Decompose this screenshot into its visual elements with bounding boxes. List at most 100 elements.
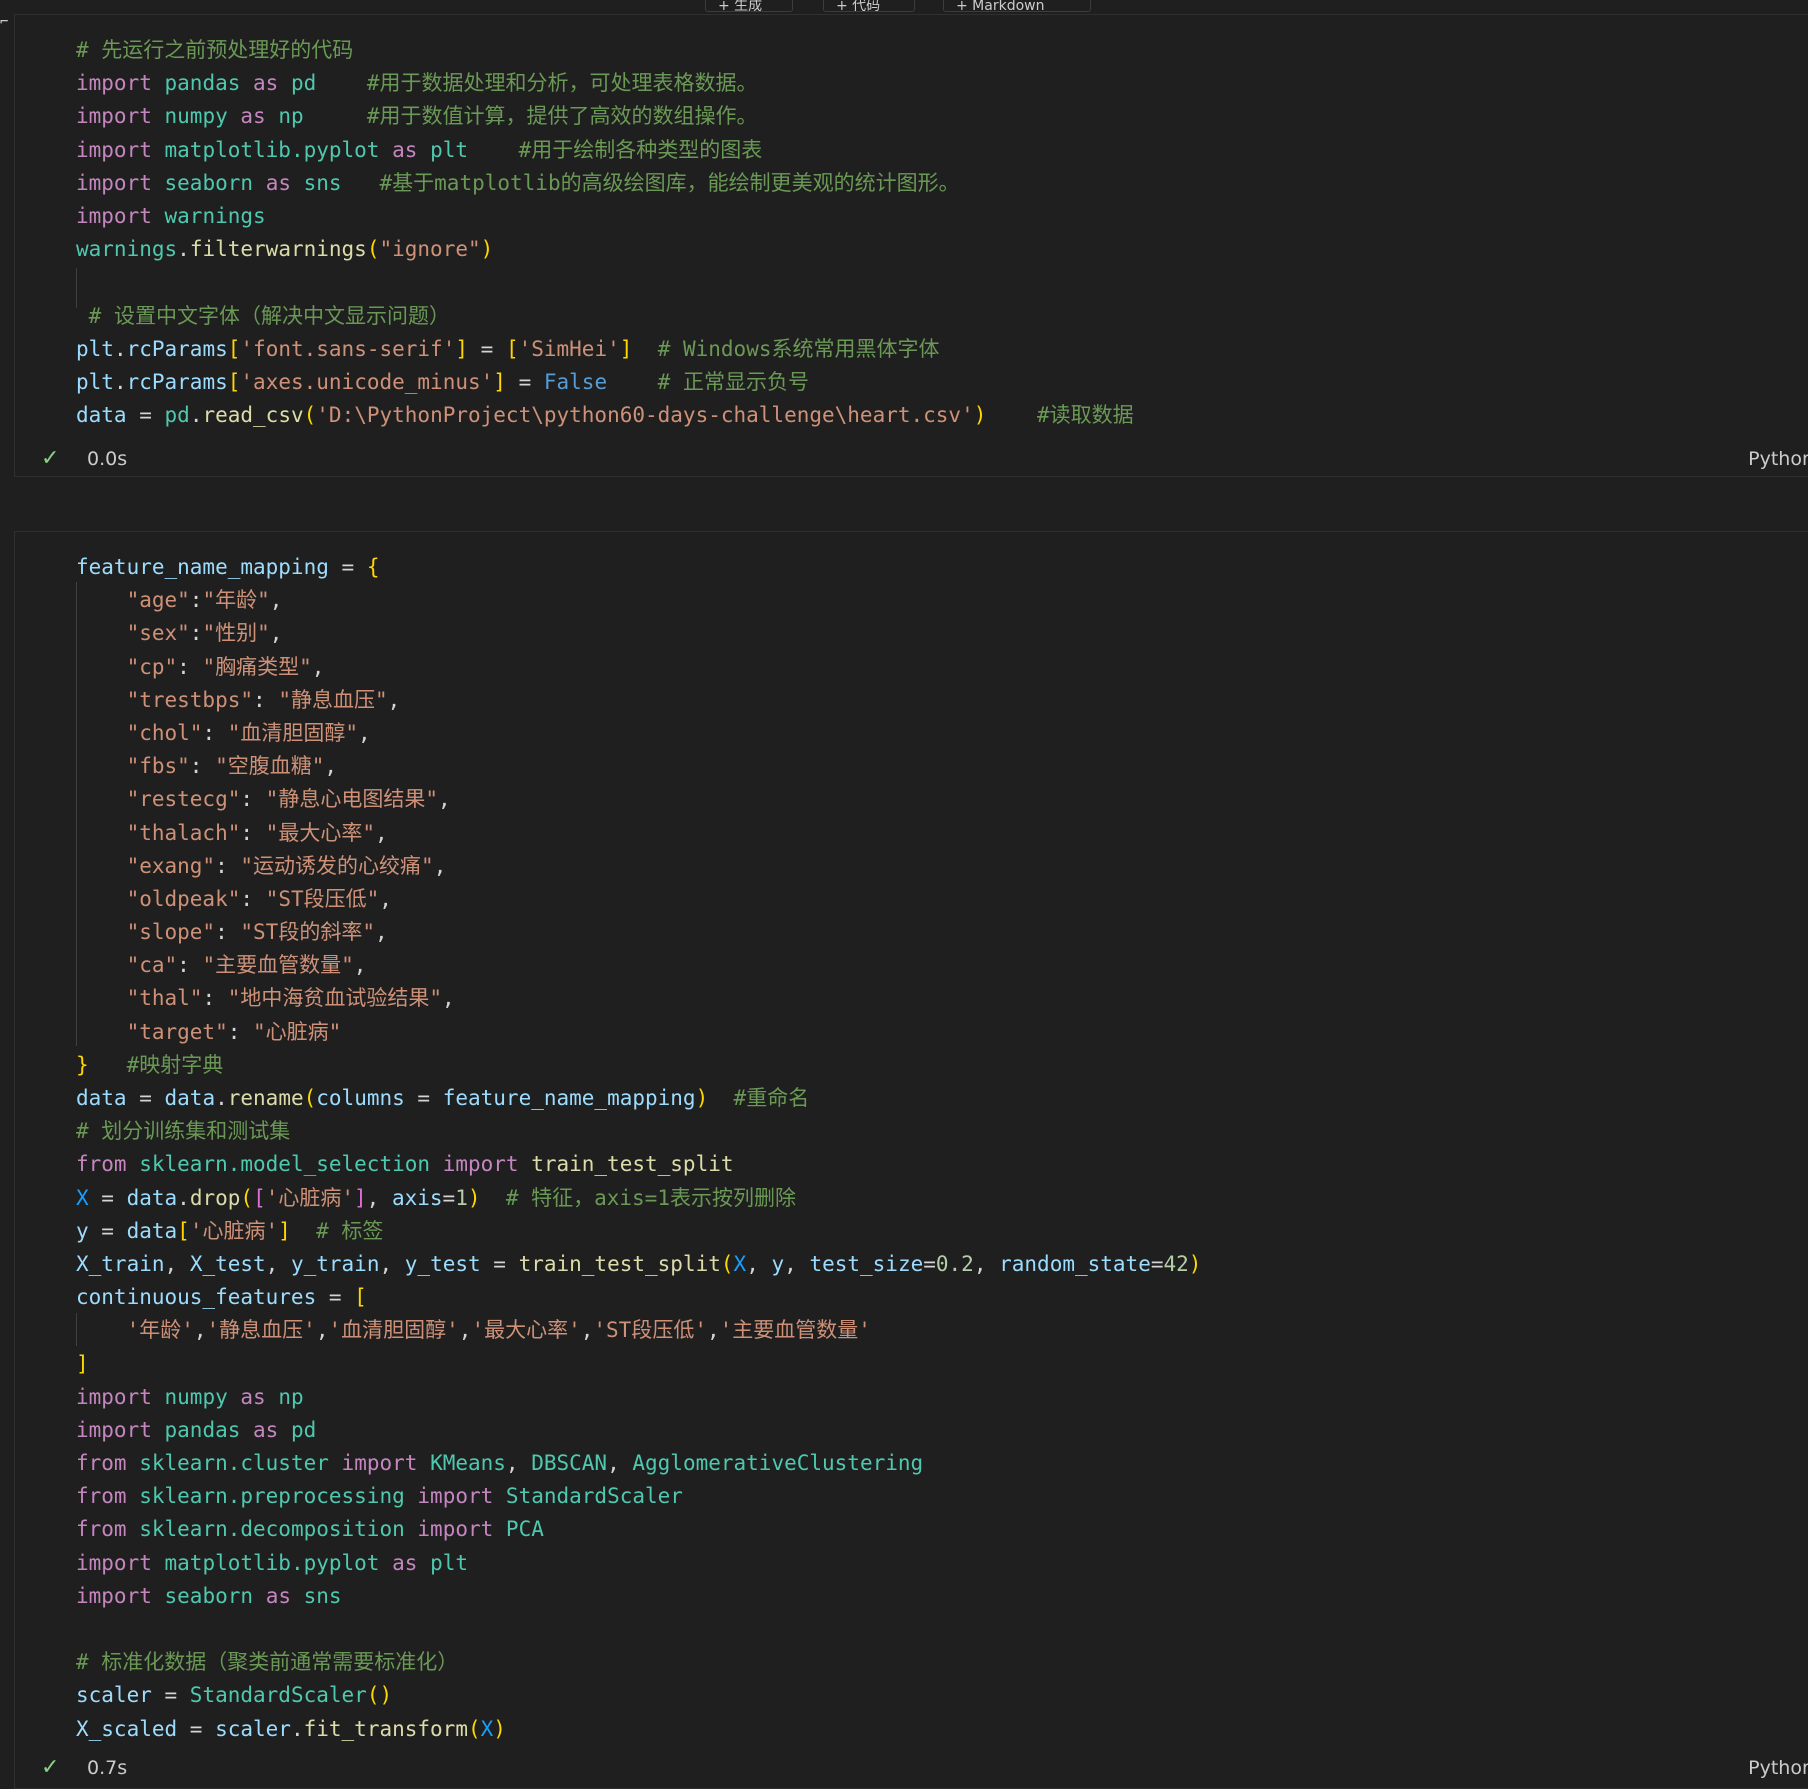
code-token: # 划分训练集和测试集 [76, 1119, 291, 1144]
code-line[interactable]: from sklearn.model_selection import trai… [76, 1148, 1201, 1181]
code-line[interactable]: "target": "心脏病" [76, 1016, 1201, 1049]
code-line[interactable] [76, 266, 1134, 299]
code-token: , [358, 720, 371, 745]
code-line[interactable]: # 设置中文字体（解决中文显示问题） [76, 300, 1134, 333]
cell-collapse-icon[interactable]: ⌐ [0, 14, 8, 30]
code-line[interactable]: from sklearn.decomposition import PCA [76, 1513, 1201, 1546]
code-token: = [442, 1185, 456, 1210]
code-line[interactable]: import warnings [76, 200, 1134, 233]
code-line[interactable]: import numpy as np #用于数值计算，提供了高效的数组操作。 [76, 100, 1134, 133]
code-line[interactable]: import seaborn as sns [76, 1580, 1201, 1613]
code-token: : [240, 820, 266, 845]
code-line[interactable]: from sklearn.preprocessing import Standa… [76, 1480, 1201, 1513]
code-line[interactable]: "thal": "地中海贫血试验结果", [76, 982, 1201, 1015]
execution-time: 0.0s [87, 448, 128, 470]
code-line[interactable]: from sklearn.cluster import KMeans, DBSC… [76, 1447, 1201, 1480]
code-token: "ST段压低" [265, 886, 380, 911]
code-line[interactable]: # 标准化数据（聚类前通常需要标准化） [76, 1646, 1201, 1679]
code-line[interactable]: "slope": "ST段的斜率", [76, 916, 1201, 949]
code-token: sns [303, 170, 342, 195]
code-line[interactable]: warnings.filterwarnings("ignore") [76, 233, 1134, 266]
code-token: = [1150, 1251, 1164, 1276]
code-token: ] [493, 369, 506, 394]
code-line[interactable]: scaler = StandardScaler() [76, 1679, 1201, 1712]
code-cell-2[interactable]: feature_name_mapping = { "age":"年龄", "se… [14, 531, 1808, 1789]
code-line[interactable]: "oldpeak": "ST段压低", [76, 883, 1201, 916]
code-line[interactable]: } #映射字典 [76, 1049, 1201, 1082]
code-line[interactable]: # 先运行之前预处理好的代码 [76, 34, 1134, 67]
code-token: filterwarnings [189, 237, 367, 262]
code-line[interactable]: import pandas as pd [76, 1414, 1201, 1447]
code-line[interactable]: "thalach": "最大心率", [76, 817, 1201, 850]
code-line[interactable]: '年龄','静息血压','血清胆固醇','最大心率','ST段压低','主要血管… [76, 1314, 1201, 1347]
code-line[interactable]: "cp": "胸痛类型", [76, 651, 1201, 684]
code-line[interactable]: X_train, X_test, y_train, y_test = train… [76, 1248, 1201, 1281]
code-line[interactable]: feature_name_mapping = { [76, 551, 1201, 584]
code-line[interactable]: "fbs": "空腹血糖", [76, 750, 1201, 783]
code-token: as [265, 170, 291, 195]
code-line[interactable]: ] [76, 1348, 1201, 1381]
code-line[interactable]: "age":"年龄", [76, 584, 1201, 617]
code-token: False [543, 369, 608, 394]
code-token: : [189, 621, 203, 646]
code-token: '年龄' [126, 1318, 194, 1343]
code-line[interactable]: import pandas as pd #用于数据处理和分析，可处理表格数据。 [76, 67, 1134, 100]
add-code-button[interactable]: + 代码 [823, 0, 915, 12]
code-line[interactable]: "chol": "血清胆固醇", [76, 717, 1201, 750]
code-editor[interactable]: # 先运行之前预处理好的代码 import pandas as pd #用于数据处… [76, 34, 1134, 432]
code-line[interactable]: "exang": "运动诱发的心绞痛", [76, 850, 1201, 883]
code-line[interactable]: import numpy as np [76, 1381, 1201, 1414]
code-line[interactable]: data = data.rename(columns = feature_nam… [76, 1082, 1201, 1115]
add-markdown-button[interactable]: + Markdown [943, 0, 1091, 12]
code-token: '静息血压' [206, 1318, 316, 1343]
code-line[interactable]: import seaborn as sns #基于matplotlib的高级绘图… [76, 167, 1134, 200]
code-token: "静息血压" [278, 687, 388, 712]
code-token: ) [467, 1185, 481, 1210]
code-cell-1[interactable]: # 先运行之前预处理好的代码 import pandas as pd #用于数据处… [14, 14, 1808, 477]
code-line[interactable]: continuous_features = [ [76, 1281, 1201, 1314]
language-indicator[interactable]: Python [1748, 448, 1808, 470]
code-line[interactable]: "ca": "主要血管数量", [76, 949, 1201, 982]
code-token: ( [303, 403, 317, 428]
code-line[interactable]: import matplotlib.pyplot as plt [76, 1547, 1201, 1580]
code-line[interactable]: "sex":"性别", [76, 617, 1201, 650]
code-token: . [189, 403, 203, 428]
code-token: import [76, 1384, 152, 1409]
code-token: , [315, 1318, 329, 1343]
code-line[interactable]: import matplotlib.pyplot as plt #用于绘制各种类… [76, 134, 1134, 167]
code-editor[interactable]: feature_name_mapping = { "age":"年龄", "se… [76, 551, 1201, 1746]
code-line[interactable]: # 划分训练集和测试集 [76, 1115, 1201, 1148]
code-token: : [202, 720, 228, 745]
code-line[interactable] [76, 1613, 1201, 1646]
code-token: ) [1188, 1251, 1202, 1276]
code-line[interactable]: plt.rcParams['axes.unicode_minus'] = Fal… [76, 366, 1134, 399]
code-token: = [923, 1251, 936, 1276]
code-line[interactable]: X = data.drop(['心脏病'], axis=1) # 特征，axis… [76, 1182, 1201, 1215]
code-token: = [468, 336, 506, 361]
code-line[interactable]: y = data['心脏病'] # 标签 [76, 1215, 1201, 1248]
code-token: ) [493, 1716, 506, 1741]
code-token: , [433, 853, 447, 878]
add-generate-button[interactable]: + 生成 [705, 0, 793, 12]
code-line[interactable]: plt.rcParams['font.sans-serif'] = ['SimH… [76, 333, 1134, 366]
code-line[interactable]: data = pd.read_csv('D:\PythonProject\pyt… [76, 399, 1134, 432]
code-line[interactable]: "restecg": "静息心电图结果", [76, 783, 1201, 816]
code-line[interactable]: X_scaled = scaler.fit_transform(X) [76, 1713, 1201, 1746]
code-token: data [76, 1086, 127, 1110]
code-token: X_scaled [76, 1716, 178, 1741]
code-token: from [76, 1517, 127, 1542]
code-token: , [379, 886, 392, 911]
code-line[interactable]: "trestbps": "静息血压", [76, 684, 1201, 717]
code-token: : [240, 787, 266, 812]
code-token: ] [278, 1218, 291, 1243]
code-token: data [126, 1185, 178, 1210]
language-indicator[interactable]: Python [1748, 1757, 1808, 1779]
